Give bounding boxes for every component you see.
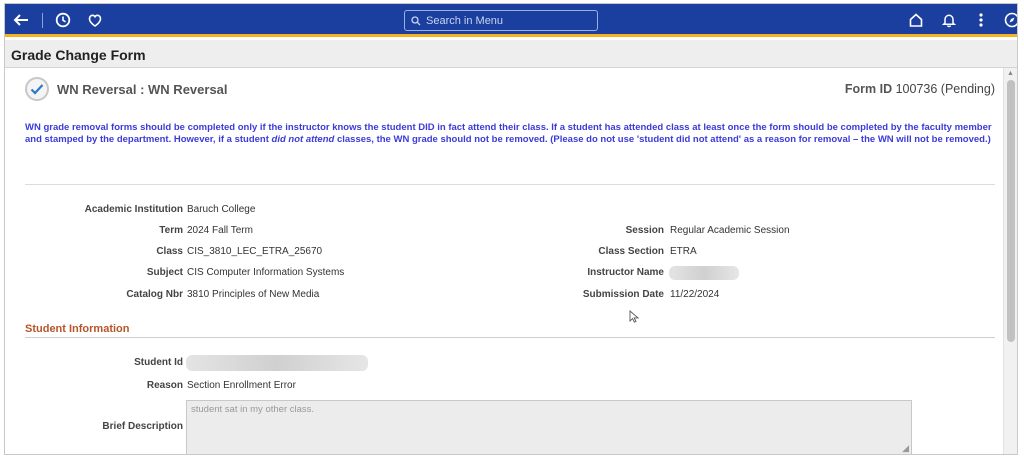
institution-value: Baruch College bbox=[187, 204, 256, 215]
submission-date-value: 11/22/2024 bbox=[670, 289, 720, 300]
student-info-title: Student Information bbox=[25, 323, 130, 335]
page-title-bar: Grade Change Form bbox=[5, 40, 1017, 68]
instructor-label: Instructor Name bbox=[587, 267, 664, 278]
heart-icon[interactable] bbox=[85, 10, 105, 30]
section-divider bbox=[25, 184, 995, 185]
form-id-label: Form ID bbox=[844, 82, 893, 96]
scroll-up-icon[interactable]: ▲ bbox=[1007, 70, 1014, 77]
term-value: 2024 Fall Term bbox=[187, 225, 253, 236]
student-id-label: Student Id bbox=[134, 357, 183, 368]
class-label: Class bbox=[156, 246, 183, 257]
home-icon[interactable] bbox=[906, 10, 926, 30]
checkmark-icon bbox=[25, 77, 49, 101]
clock-icon[interactable] bbox=[53, 10, 73, 30]
form-id: Form ID 100736 (Pending) bbox=[845, 82, 995, 96]
page-title: Grade Change Form bbox=[11, 47, 146, 63]
catalog-value: 3810 Principles of New Media bbox=[187, 289, 320, 300]
student-id-redacted bbox=[186, 355, 368, 371]
form-id-value: 100736 (Pending) bbox=[895, 82, 995, 96]
catalog-label: Catalog Nbr bbox=[126, 289, 183, 300]
search-placeholder: Search in Menu bbox=[426, 14, 504, 27]
class-section-label: Class Section bbox=[598, 246, 664, 257]
submission-date-label: Submission Date bbox=[582, 289, 664, 300]
subject-value: CIS Computer Information Systems bbox=[187, 267, 345, 278]
bell-icon[interactable] bbox=[939, 10, 959, 30]
form-content: WN Reversal : WN Reversal Form ID 100736… bbox=[5, 68, 1003, 454]
mouse-pointer-icon bbox=[629, 310, 640, 328]
reason-label: Reason bbox=[146, 380, 183, 391]
top-nav-bar: Search in Menu bbox=[5, 4, 1017, 37]
subject-label: Subject bbox=[146, 267, 183, 278]
reason-value: Section Enrollment Error bbox=[187, 380, 296, 391]
app-window: Search in Menu Grade Change Form WN Reve… bbox=[4, 3, 1018, 455]
class-section-value: ETRA bbox=[670, 246, 697, 257]
brief-description-field[interactable]: student sat in my other class. ◢ bbox=[186, 400, 912, 454]
search-menu-input[interactable]: Search in Menu bbox=[404, 10, 598, 31]
class-value: CIS_3810_LEC_ETRA_25670 bbox=[187, 246, 323, 257]
form-heading: WN Reversal : WN Reversal bbox=[57, 82, 228, 97]
brief-description-text: student sat in my other class. bbox=[191, 404, 315, 415]
session-value: Regular Academic Session bbox=[670, 225, 790, 236]
session-label: Session bbox=[625, 225, 664, 236]
compass-icon[interactable] bbox=[1002, 10, 1017, 30]
student-info-divider bbox=[25, 337, 995, 338]
instructions-notice: WN grade removal forms should be complet… bbox=[25, 122, 995, 146]
notice-text-italic: did not attend bbox=[271, 134, 335, 145]
term-label: Term bbox=[159, 225, 183, 236]
vertical-ellipsis-icon[interactable] bbox=[971, 10, 991, 30]
search-icon bbox=[411, 15, 421, 26]
institution-label: Academic Institution bbox=[84, 204, 183, 215]
vertical-scrollbar[interactable]: ▲ bbox=[1003, 68, 1017, 454]
arrow-left-icon[interactable] bbox=[11, 10, 31, 30]
description-label: Brief Description bbox=[102, 421, 183, 432]
notice-text-2: classes, the WN grade should not be remo… bbox=[334, 134, 991, 145]
nav-separator bbox=[42, 13, 43, 28]
resize-grip-icon[interactable]: ◢ bbox=[902, 443, 909, 454]
scrollbar-thumb[interactable] bbox=[1007, 80, 1015, 342]
instructor-name-redacted bbox=[669, 266, 739, 280]
